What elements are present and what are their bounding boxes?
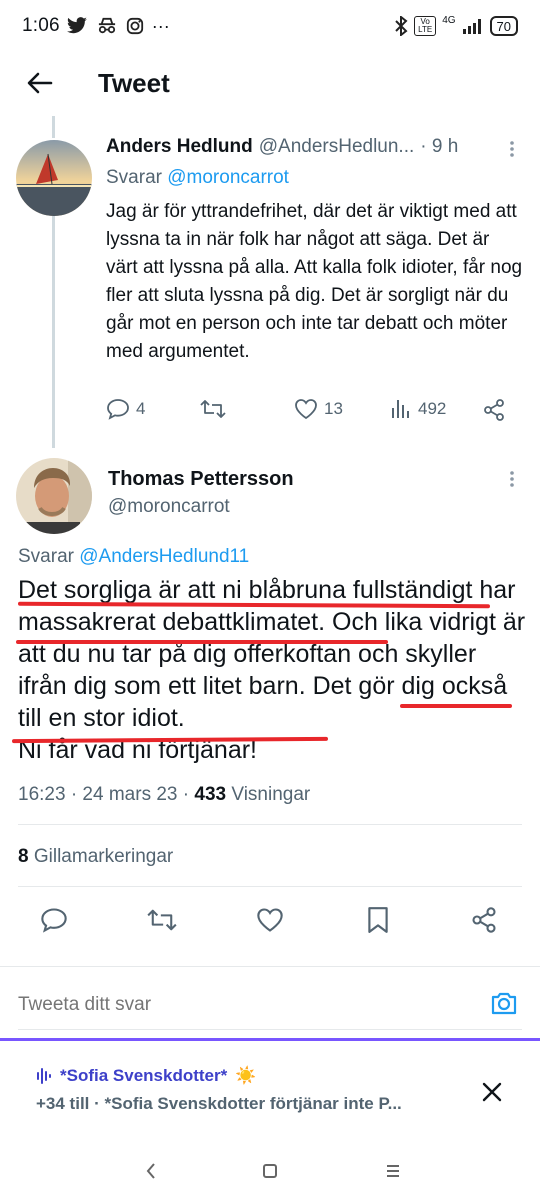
like-button[interactable]: 13 [294,398,343,420]
comment-icon [107,399,129,420]
tweet-timestamp: 16:23 · 24 mars 23 · [18,784,190,805]
close-button[interactable] [476,1076,508,1108]
more-options-icon[interactable] [504,140,520,160]
share-button[interactable] [482,398,506,422]
views-label: Visningar [231,784,311,805]
avatar[interactable] [16,458,92,534]
status-right: Vo LTE 4G 70 [394,14,518,36]
reply-input[interactable] [18,994,418,1016]
retweet-button[interactable] [200,398,232,420]
likes-label: Gillamarkeringar [33,846,174,867]
volte-badge: Vo LTE [414,16,437,36]
menu-lines-icon [387,1165,399,1177]
spaces-title-row: *Sofia Svenskdotter* ☀️ [36,1066,256,1086]
bar-chart-icon [392,400,409,418]
reply-input-underline [18,1029,522,1030]
back-button[interactable] [0,53,80,113]
heart-icon [295,399,317,420]
share-icon [484,399,504,421]
sunset-sea-avatar-image [16,140,92,216]
reply-button[interactable] [36,902,72,938]
replying-prefix: Svarar [18,546,74,567]
nav-home-button[interactable] [255,1156,285,1186]
spaces-banner[interactable]: *Sofia Svenskdotter* ☀️ +34 till · *Sofi… [0,1042,540,1142]
like-count: 13 [324,399,343,418]
close-icon [482,1082,502,1102]
like-button[interactable] [252,902,288,938]
share-icon [472,907,496,933]
tweet-text: Jag är för yttrandefrihet, där det är vi… [106,201,523,362]
nav-recents-button[interactable] [378,1156,408,1186]
likes-count: 8 [18,846,29,867]
bookmark-icon [368,907,388,933]
thread-connector [52,216,55,448]
camera-button[interactable] [490,991,518,1020]
signal-icon [462,19,481,34]
mention-link[interactable]: @AndersHedlund11 [79,546,249,567]
status-bar: 1:06 ··· Vo LTE 4G 70 [0,0,540,52]
tweet-actions: 4 13 492 [106,398,516,430]
time-ago: · 9 h [420,136,459,157]
clock: 1:06 [22,15,60,36]
camera-icon [491,992,517,1015]
retweet-button[interactable] [144,902,180,938]
square-home-icon [263,1164,277,1178]
share-button[interactable] [466,902,502,938]
tweet-meta: 16:23 · 24 mars 23 · 433 Visningar [18,784,310,806]
view-count: 492 [418,399,447,418]
reply-composer [0,966,540,1036]
author-handle[interactable]: @AndersHedlun... [259,136,415,158]
heart-icon [257,908,283,932]
author-name[interactable]: Anders Hedlund [106,136,253,158]
replying-prefix: Svarar [106,167,162,188]
status-notification-icons: ··· [66,16,170,37]
incognito-icon [98,17,115,34]
mention-link[interactable]: @moroncarrot [167,167,289,188]
twitter-bird-icon [66,17,87,34]
reply-button[interactable]: 4 [106,398,145,420]
arrow-left-icon [27,72,53,94]
views-button[interactable]: 492 [390,398,446,420]
replying-to: Svarar @AndersHedlund11 [18,546,249,568]
bookmark-button[interactable] [360,902,396,938]
reply-tweet-author-row: Anders Hedlund @AndersHedlun... · 9 h [106,136,526,158]
nav-back-button[interactable] [136,1156,166,1186]
page-title: Tweet [98,67,170,98]
author-name[interactable]: Thomas Pettersson [108,468,294,491]
system-navigation-bar [0,1142,540,1200]
replying-to: Svarar @moroncarrot [106,167,289,189]
reply-count: 4 [136,399,146,418]
network-type: 4G [442,14,456,26]
red-underline-annotation [16,640,388,644]
divider [18,886,522,887]
thread-connector-top [52,116,55,138]
bluetooth-icon [395,16,408,36]
more-options-icon[interactable] [504,470,520,490]
avatar[interactable] [16,140,92,216]
tweet-body: Det sorgliga är att ni blåbruna fullstän… [18,576,526,732]
retweet-icon [147,909,177,931]
author-handle[interactable]: @moroncarrot [108,496,230,518]
profile-photo-avatar-image [16,458,92,534]
tweet-actions [0,902,540,938]
likes-summary[interactable]: 8 Gillamarkeringar [18,846,173,868]
sun-emoji: ☀️ [235,1066,257,1085]
spaces-bar-accent [0,1038,540,1041]
chevron-left-icon [146,1163,155,1179]
retweet-icon [200,400,226,418]
battery-icon: 70 [489,16,518,36]
red-underline-annotation [400,704,512,708]
view-count: 433 [194,784,227,805]
battery-level: 70 [496,18,511,34]
comment-icon [41,908,67,933]
instagram-icon [126,17,143,35]
overflow-dots: ··· [151,15,170,36]
audio-wave-icon [37,1068,51,1084]
spaces-subtitle: +34 till · *Sofia Svenskdotter förtjänar… [36,1094,402,1113]
divider [18,824,522,825]
top-app-bar: Tweet [0,52,540,114]
spaces-title: *Sofia Svenskdotter* [60,1066,228,1085]
